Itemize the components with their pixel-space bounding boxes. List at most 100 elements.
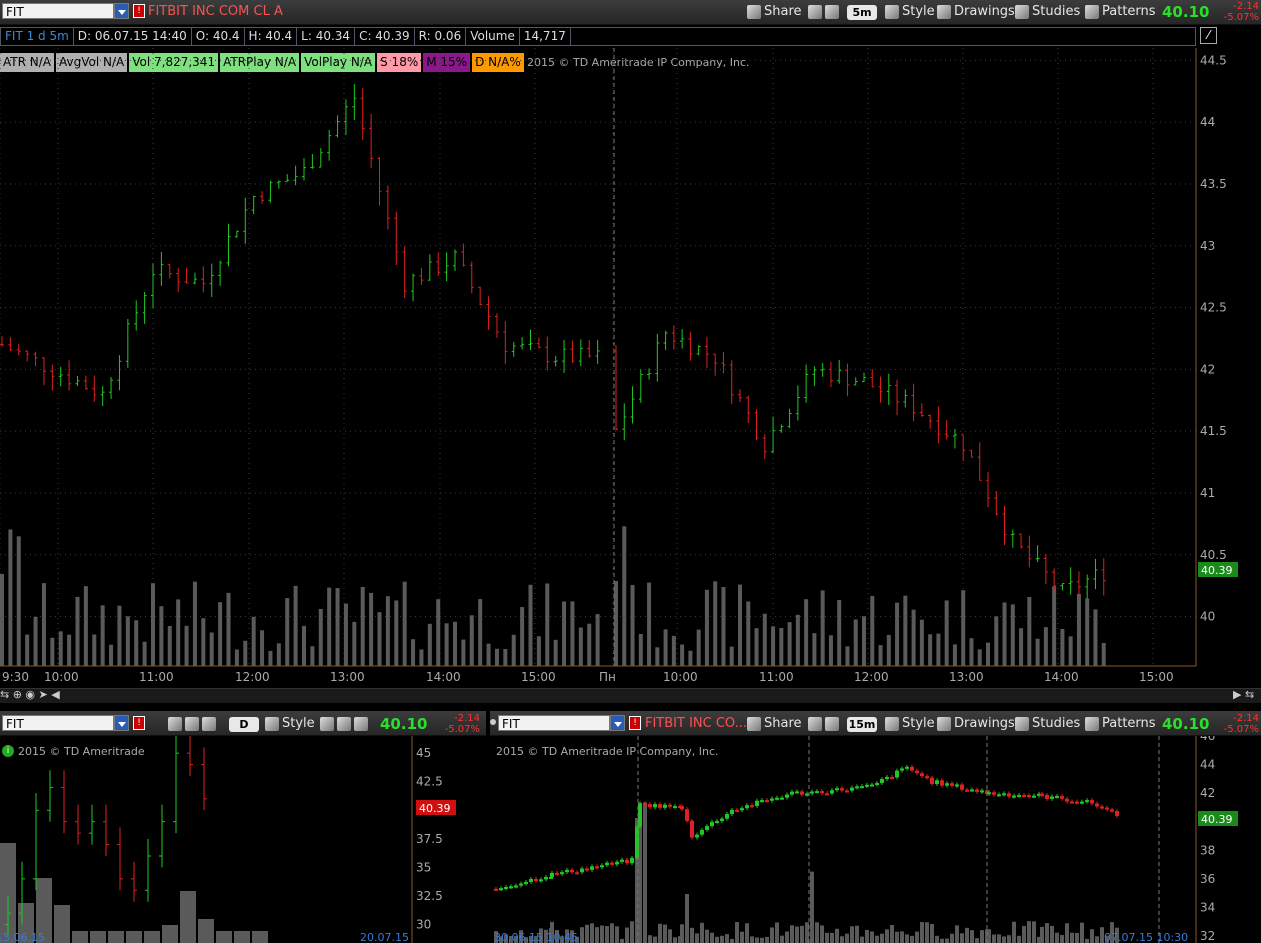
candle-body [970, 789, 974, 792]
candle-body [930, 777, 934, 785]
volume-bar [1010, 604, 1015, 666]
left-alert-icon[interactable]: ! [133, 716, 145, 730]
settings-button[interactable] [808, 3, 842, 20]
drawings-button[interactable]: Drawings [937, 3, 1015, 20]
left-chart[interactable]: 4542.54037.53532.530 40.39 15.06.15 20.0… [0, 736, 486, 943]
volume-bar [1035, 638, 1040, 666]
left-symbol-dropdown-icon[interactable] [114, 715, 129, 731]
scroll-right-icon[interactable]: ▶ ⇆ [1233, 688, 1261, 702]
studies-button[interactable]: Studies [1015, 3, 1080, 20]
volume-bar [209, 632, 214, 666]
left-style-button[interactable]: Style [265, 715, 315, 732]
volume-bar [705, 929, 709, 943]
right-settings-button[interactable] [808, 715, 842, 732]
volume-bar [880, 933, 884, 943]
volume-bar [1017, 935, 1021, 943]
volume-bar [184, 625, 189, 666]
patterns-button[interactable]: Patterns [1085, 3, 1156, 20]
right-drawings-button[interactable]: Drawings [937, 715, 1015, 732]
right-date-start: 30.06.15 10:45 [494, 931, 578, 943]
daily-volume-bar [198, 919, 214, 943]
x-tick-label: 13:00 [949, 670, 984, 684]
alert-icon[interactable]: ! [133, 4, 145, 18]
left-y-tick-label: 35 [416, 860, 431, 874]
volume-bar [928, 634, 933, 666]
left-timeframe-button[interactable]: D [229, 717, 259, 732]
volume-bar [377, 612, 382, 666]
candle-body [755, 800, 759, 806]
volume-bar [511, 634, 516, 666]
candle-body [560, 872, 564, 875]
style-button[interactable]: Style [885, 3, 935, 20]
right-share-button[interactable]: Share [747, 715, 802, 732]
x-tick-label: Пн [599, 670, 616, 684]
right-style-button[interactable]: Style [885, 715, 935, 732]
volume-bar [890, 924, 894, 943]
main-scrollbar[interactable] [0, 688, 1261, 703]
left-drawing-tools[interactable] [320, 715, 371, 732]
volume-bar [845, 646, 850, 666]
volume-bar [595, 614, 600, 666]
candle-body [725, 814, 729, 819]
volume-bar [986, 642, 990, 666]
symbol-input[interactable]: FIT [2, 3, 114, 19]
right-symbol-input[interactable]: FIT [498, 715, 610, 731]
right-patterns-button[interactable]: Patterns [1085, 715, 1156, 732]
x-tick-label: 14:00 [426, 670, 461, 684]
candle-body [780, 797, 784, 800]
volume-bar [770, 927, 774, 943]
left-date-end: 20.07.15 [360, 931, 409, 943]
main-chart[interactable]: 44.5 44 43.5 43 42.5 42 41.5 41 40.5 40 9:30 10:00… [0, 48, 1261, 688]
right-chart[interactable]: 4644424038363432 40.39 30.06.15 10:45 07… [490, 736, 1261, 943]
candle-body [519, 883, 523, 886]
volume-bar [1002, 936, 1006, 943]
volume-bar [647, 582, 652, 666]
volume-bar [625, 927, 629, 943]
volume-bar [673, 937, 677, 943]
volume-bar [260, 630, 265, 666]
right-timeframe-button[interactable]: 15m [847, 717, 877, 732]
volume-bar [293, 585, 298, 666]
right-y-tick-label: 44 [1200, 758, 1215, 772]
left-share-button[interactable] [168, 715, 219, 732]
volume-bar [1101, 642, 1106, 666]
right-symbol-dropdown-icon[interactable] [610, 715, 625, 731]
volume-bar [875, 935, 879, 943]
volume-bar [965, 927, 969, 943]
candle-body [860, 786, 864, 789]
left-date-start: 15.06.15 [0, 931, 45, 943]
right-studies-button[interactable]: Studies [1015, 715, 1080, 732]
symbol-dropdown-icon[interactable] [114, 3, 129, 19]
y-tick-label: 42.5 [1200, 301, 1227, 315]
daily-volume-bar [252, 931, 268, 943]
left-symbol-input[interactable]: FIT [2, 715, 114, 731]
daily-volume-bar [90, 931, 106, 943]
right-panel-handle-icon[interactable] [490, 719, 496, 725]
volume-bar [862, 616, 866, 666]
y-tick-label: 40.5 [1200, 548, 1227, 562]
volume-bar [860, 936, 864, 943]
timeframe-button[interactable]: 5m [847, 5, 877, 20]
style-label: Style [902, 4, 935, 19]
right-alert-icon[interactable]: ! [629, 716, 641, 730]
right-tools-icon [825, 716, 839, 731]
candle-body [730, 809, 734, 815]
chart-type-icon[interactable]: ⁄ [1200, 27, 1217, 44]
share-button[interactable]: Share [747, 3, 802, 20]
right-style-label: Style [902, 716, 935, 731]
volume-bar [83, 586, 88, 666]
left-pencil-icon [320, 716, 334, 731]
zoom-controls[interactable]: ⇆ ⊕ ◉ ➤ ◀ [0, 688, 80, 702]
candle-body [805, 793, 809, 796]
candle-body [790, 791, 794, 795]
volume-bar [960, 933, 964, 943]
studies-icon [1015, 4, 1029, 19]
volume-bar [226, 592, 231, 666]
last-price: 40.10 [1162, 3, 1210, 21]
volume-bar [696, 629, 701, 666]
volume-bar [486, 643, 491, 666]
candle-body [680, 806, 684, 810]
candle-body [595, 866, 599, 869]
company-name: FITBIT INC COM CL A [148, 4, 283, 19]
ohlc-date: D: 06.07.15 14:40 [74, 28, 192, 45]
